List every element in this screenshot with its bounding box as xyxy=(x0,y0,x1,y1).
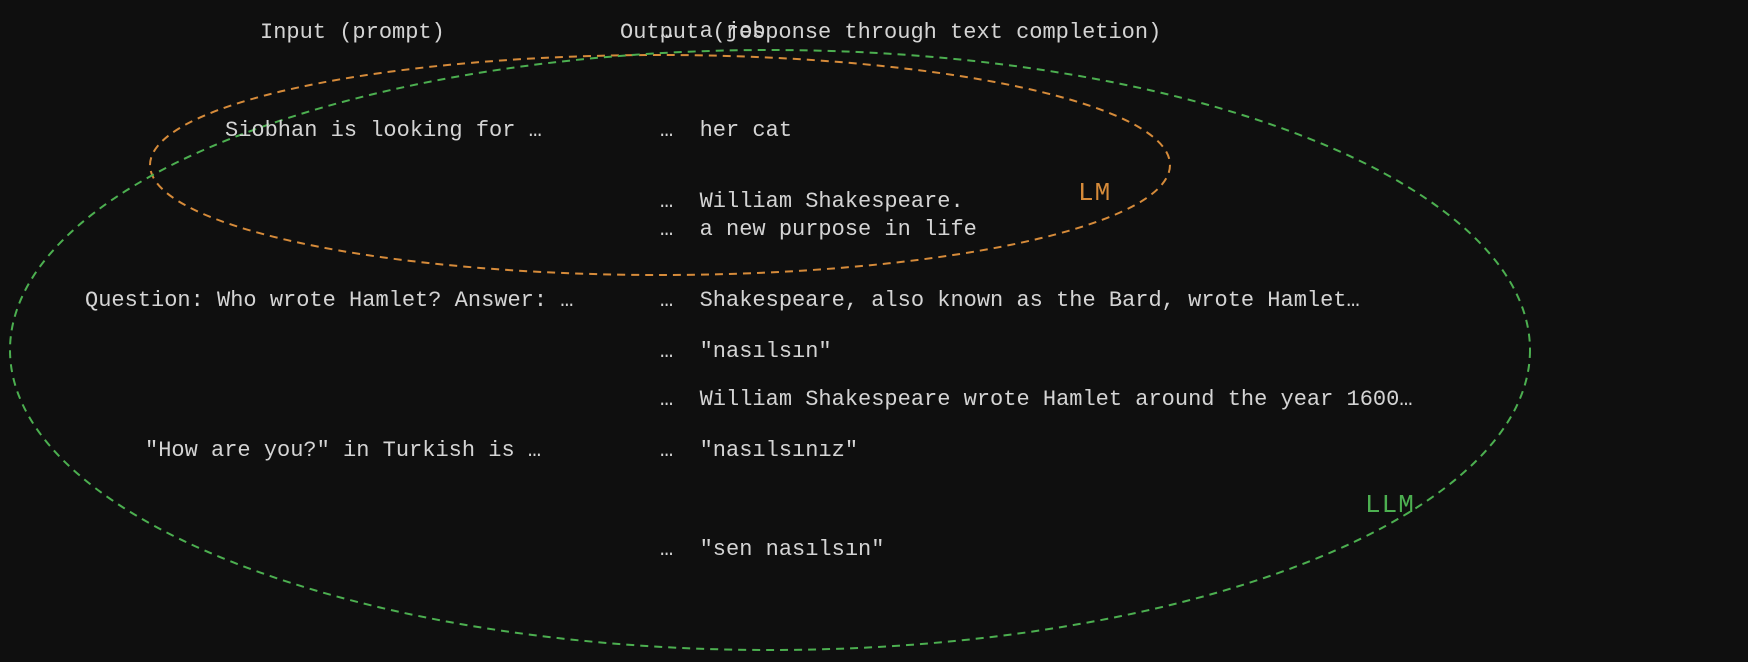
llm-label: LLM xyxy=(1365,490,1415,520)
lm-label: LM xyxy=(1078,178,1111,208)
header-input-label: Input (prompt) xyxy=(260,20,445,45)
completion-item: … "sen nasılsın" xyxy=(660,533,884,566)
completion-item: … "nasılsın" xyxy=(660,335,884,368)
completion-item: … "nasılsınız" xyxy=(660,434,884,467)
completion-item: … William Shakespeare. xyxy=(660,185,1413,218)
prompt-text: Question: Who wrote Hamlet? Answer: … xyxy=(85,288,573,313)
completion-item: … a job xyxy=(660,15,977,48)
completions-list: … "nasılsın" … "nasılsınız" … "sen nasıl… xyxy=(660,269,884,632)
prompt-text: Siobhan is looking for … xyxy=(225,118,542,143)
prompt-text: "How are you?" in Turkish is … xyxy=(145,438,541,463)
